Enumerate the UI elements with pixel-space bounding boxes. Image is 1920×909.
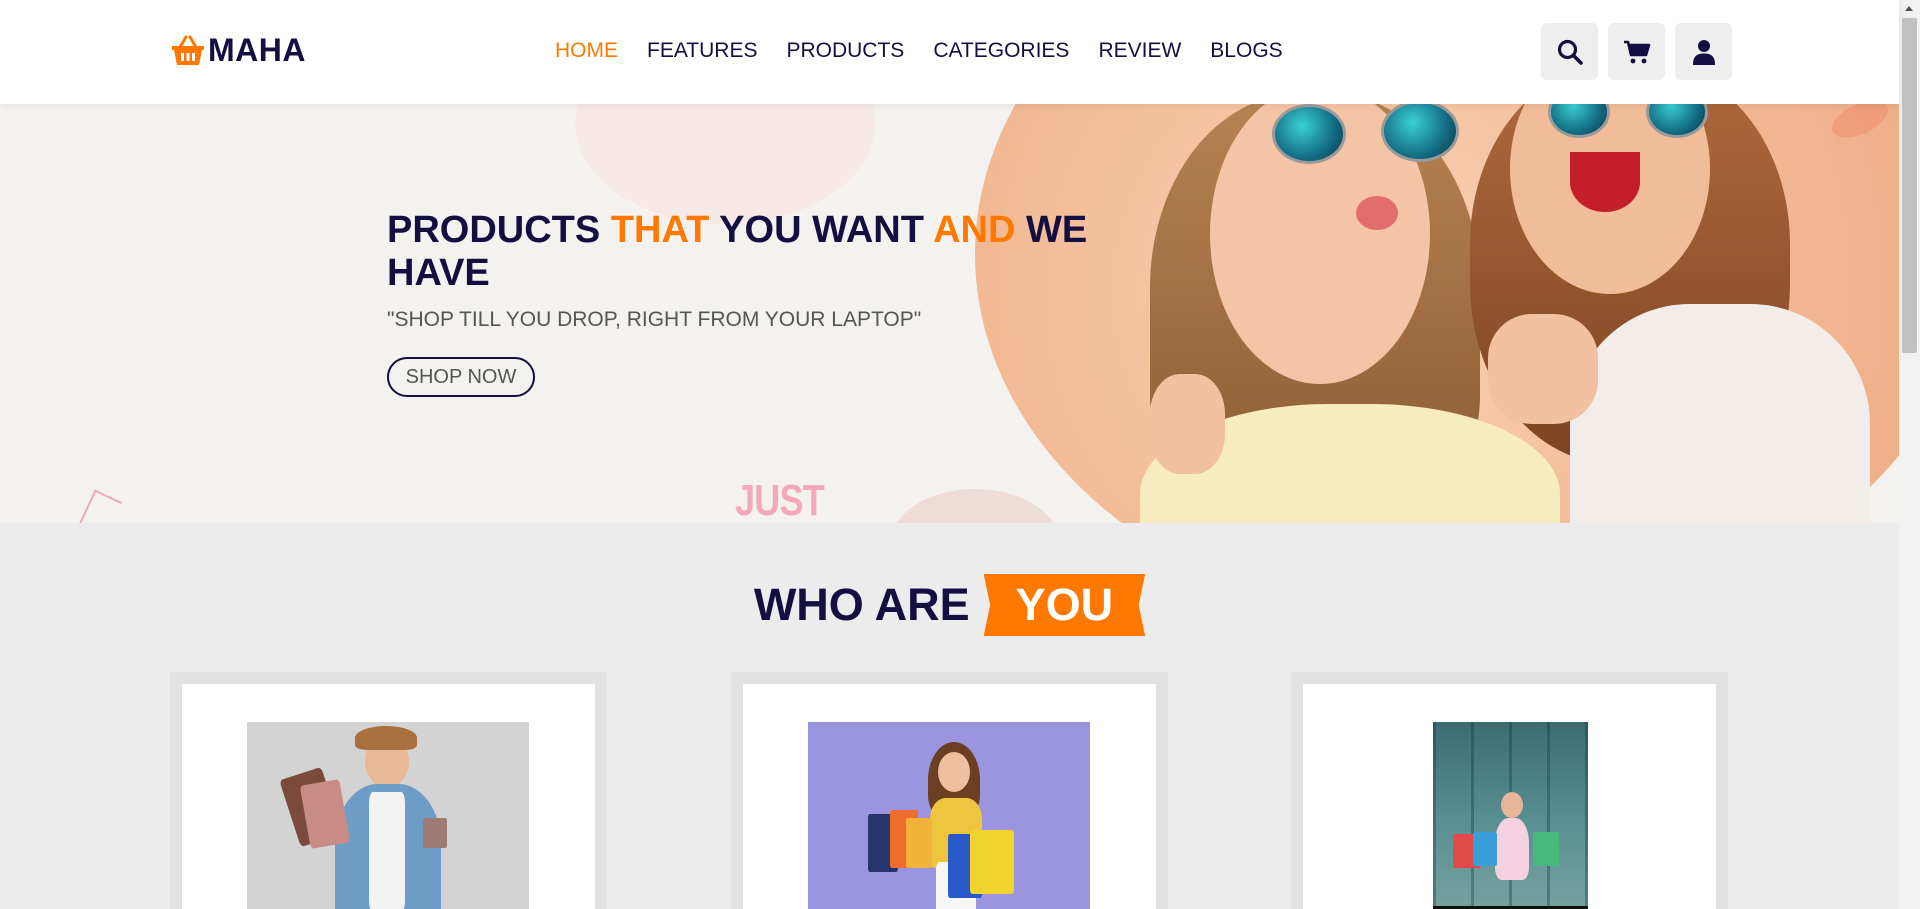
sunglasses-lens — [1272, 104, 1346, 164]
image-part — [970, 830, 1014, 894]
card-image — [247, 722, 529, 909]
user-button[interactable] — [1675, 23, 1732, 80]
nav-review[interactable]: REVIEW — [1098, 38, 1181, 64]
nav-categories[interactable]: CATEGORIES — [933, 38, 1069, 64]
hero-subtitle: "SHOP TILL YOU DROP, RIGHT FROM YOUR LAP… — [387, 308, 922, 331]
nav-home[interactable]: HOME — [555, 38, 618, 64]
card-body — [1303, 684, 1716, 909]
card-body — [743, 684, 1156, 909]
hero-title: PRODUCTS THAT YOU WANT AND WE HAVE — [387, 209, 1107, 295]
header-actions — [1541, 23, 1732, 80]
nav-features[interactable]: FEATURES — [647, 38, 757, 64]
site-header: MAHA HOME FEATURES PRODUCTS CATEGORIES R… — [0, 0, 1899, 104]
hero-section: JUST PRODUCTS THAT YOU WANT AND WE HAVE … — [0, 104, 1899, 523]
main-nav: HOME FEATURES PRODUCTS CATEGORIES REVIEW… — [555, 38, 1312, 64]
search-button[interactable] — [1541, 23, 1598, 80]
image-part — [423, 818, 447, 848]
section-title-badge: YOU — [983, 574, 1146, 636]
image-part — [1495, 818, 1529, 880]
hero-image-part — [1570, 152, 1640, 212]
hero-title-part: PRODUCTS — [387, 209, 611, 251]
shop-now-button[interactable]: SHOP NOW — [387, 357, 535, 397]
decor-blob — [575, 104, 875, 224]
cart-icon — [1623, 40, 1650, 63]
cart-button[interactable] — [1608, 23, 1665, 80]
decor-blob — [890, 489, 1060, 523]
image-part — [369, 792, 405, 909]
section-title: WHO ARE — [753, 579, 970, 630]
hero-image-part — [1570, 304, 1870, 523]
brand-name: MAHA — [208, 32, 306, 68]
hero-title-highlight: AND — [933, 209, 1016, 251]
basket-icon — [172, 35, 204, 65]
hero-image-part — [1488, 314, 1598, 424]
category-card-men[interactable] — [170, 672, 607, 909]
decor-just-text: JUST — [735, 476, 825, 523]
image-part — [938, 752, 970, 792]
card-image — [808, 722, 1090, 909]
card-image — [1433, 722, 1588, 909]
nav-products[interactable]: PRODUCTS — [786, 38, 904, 64]
image-part — [1501, 792, 1523, 818]
scroll-up-arrow-icon[interactable] — [1905, 6, 1913, 11]
image-part — [355, 726, 417, 750]
image-part — [1533, 832, 1559, 866]
hero-title-part: YOU WANT — [709, 209, 934, 251]
hero-image-part — [1356, 196, 1398, 230]
image-part — [906, 818, 932, 868]
category-card-kids[interactable] — [1291, 672, 1728, 909]
scrollbar-thumb[interactable] — [1902, 18, 1917, 353]
card-body — [182, 684, 595, 909]
category-card-women[interactable] — [731, 672, 1168, 909]
image-part — [1473, 832, 1497, 866]
page-scrollbar[interactable] — [1899, 0, 1920, 909]
who-are-you-heading: WHO ARE YOU — [0, 574, 1899, 636]
hero-title-highlight: THAT — [610, 209, 710, 251]
decor-arrow — [77, 489, 123, 523]
nav-blogs[interactable]: BLOGS — [1210, 38, 1282, 64]
hero-image-part — [1150, 374, 1225, 474]
user-icon — [1692, 39, 1715, 65]
search-icon — [1557, 39, 1583, 65]
brand-logo[interactable]: MAHA — [170, 32, 306, 69]
